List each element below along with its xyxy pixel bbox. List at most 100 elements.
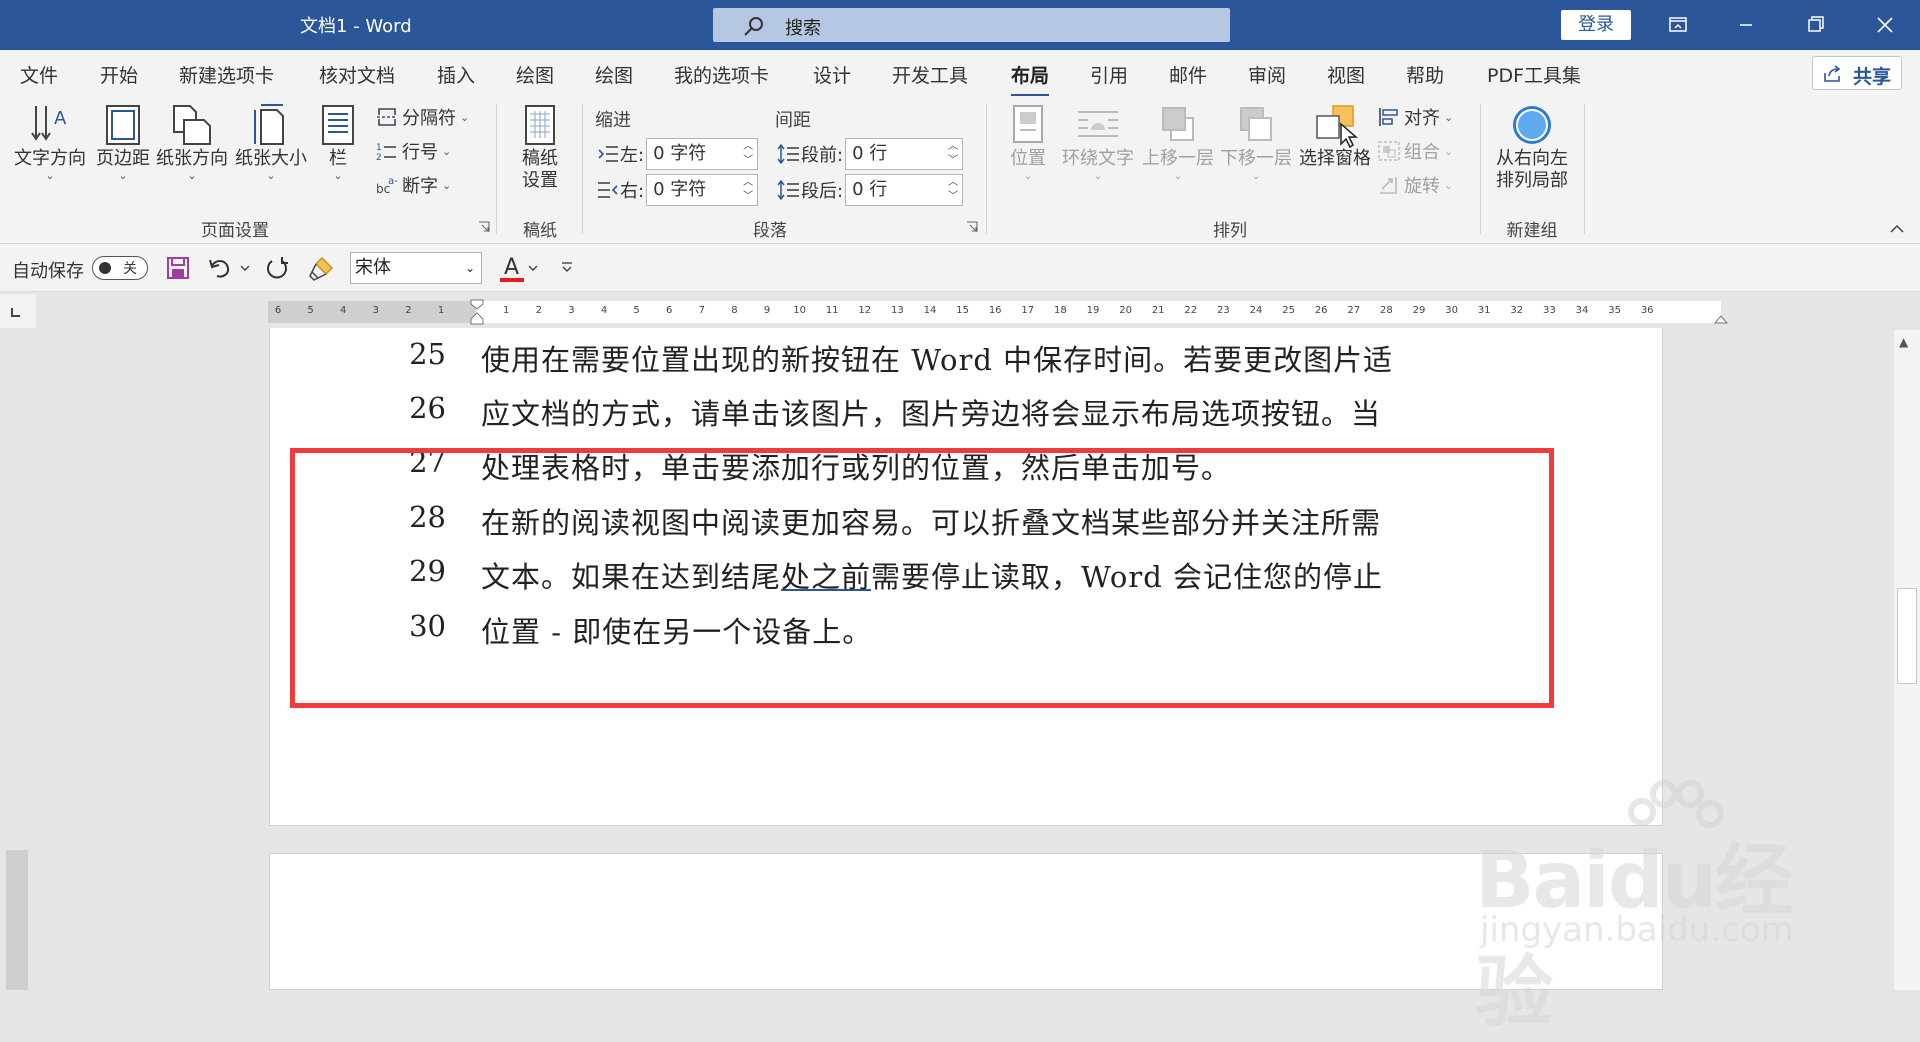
manuscript-setup-button[interactable]: 稿纸设置 xyxy=(512,102,568,192)
text-direction-button[interactable]: A 文字方向 ⌄ xyxy=(12,102,88,182)
hyphenation-button[interactable]: bc a- 断字 ⌄ xyxy=(376,172,451,198)
undo-icon[interactable] xyxy=(208,256,232,280)
tab-mailings[interactable]: 邮件 xyxy=(1169,61,1207,88)
ruler-tick: 20 xyxy=(1119,305,1132,316)
ruler-tick: 22 xyxy=(1184,305,1198,316)
first-line-indent-marker-icon[interactable] xyxy=(470,299,484,325)
collapse-ribbon-icon[interactable] xyxy=(1890,224,1904,234)
tab-review-doc[interactable]: 核对文档 xyxy=(319,61,395,88)
page-setup-group-label: 页面设置 xyxy=(201,221,269,241)
ruler-tick: 23 xyxy=(1217,305,1230,316)
horizontal-ruler[interactable]: 6 5 4 3 2 1 1 2 3 4 5 6 7 8 9 10 11 12 13 14 15 16 17 18 19 20 21 2… xyxy=(268,299,1728,325)
vertical-ruler[interactable] xyxy=(6,850,28,990)
tab-developer[interactable]: 开发工具 xyxy=(892,61,968,88)
line-numbers-button[interactable]: 12 行号 ⌄ xyxy=(376,138,451,164)
tab-review[interactable]: 审阅 xyxy=(1248,61,1286,88)
tab-home[interactable]: 开始 xyxy=(100,61,138,88)
orientation-button[interactable]: 纸张方向 ⌄ xyxy=(156,102,228,182)
separator xyxy=(1584,104,1585,234)
group-button[interactable]: 组合 ⌄ xyxy=(1378,138,1453,164)
right-indent-marker-icon[interactable] xyxy=(1714,314,1728,324)
font-name-select[interactable]: 宋体 ⌄ xyxy=(350,252,482,284)
columns-label: 栏 xyxy=(329,148,347,169)
tab-new-tab[interactable]: 新建选项卡 xyxy=(179,61,274,88)
indent-left-input[interactable]: 0 字符 ︿ ﹀ xyxy=(646,138,759,170)
spinner-arrows-icon[interactable]: ︿ ﹀ xyxy=(743,176,753,204)
indent-right-label: 右: xyxy=(620,181,645,202)
spacing-before-input[interactable]: 0 行 ︿ ﹀ xyxy=(845,138,964,170)
tab-my-tab[interactable]: 我的选项卡 xyxy=(674,61,769,88)
position-button[interactable]: 位置 ⌄ xyxy=(1003,102,1053,182)
rtl-button[interactable]: 从右向左排列局部 xyxy=(1490,102,1574,192)
undo-dropdown-icon[interactable] xyxy=(240,264,250,272)
tab-design[interactable]: 设计 xyxy=(813,61,851,88)
orientation-label: 纸张方向 xyxy=(156,148,228,169)
svg-text:a-: a- xyxy=(388,176,398,187)
share-button[interactable]: 共享 xyxy=(1812,56,1902,90)
wrap-text-icon xyxy=(1078,111,1118,137)
tab-view[interactable]: 视图 xyxy=(1327,61,1365,88)
customize-qat-icon[interactable] xyxy=(560,260,574,274)
restore-button[interactable] xyxy=(1795,10,1835,40)
line-text: 使用在需要位置出现的新按钮在 Word 中保存时间。若要更改图片适 xyxy=(481,343,1394,377)
ruler-tick: 31 xyxy=(1477,305,1491,316)
ruler-tick: 28 xyxy=(1380,305,1393,316)
tab-draw-2[interactable]: 绘图 xyxy=(595,61,633,88)
minimize-button[interactable] xyxy=(1726,10,1766,40)
save-icon[interactable] xyxy=(166,256,190,280)
tab-layout[interactable]: 布局 xyxy=(1011,61,1050,97)
wrap-text-button[interactable]: 环绕文字 ⌄ xyxy=(1058,102,1138,182)
margins-button[interactable]: 页边距 ⌄ xyxy=(92,102,154,182)
spacing-before-row: 段前: 0 行 ︿ ﹀ xyxy=(777,138,964,170)
spinner-arrows-icon[interactable]: ︿ ﹀ xyxy=(948,176,958,204)
spinner-arrows-icon[interactable]: ︿ ﹀ xyxy=(948,140,958,168)
format-painter-icon[interactable] xyxy=(308,254,336,282)
spinner-arrows-icon[interactable]: ︿ ﹀ xyxy=(743,140,753,168)
autosave-toggle[interactable]: 关 xyxy=(92,256,148,280)
search-box[interactable]: 搜索 xyxy=(713,8,1230,42)
breaks-label: 分隔符 xyxy=(402,108,456,129)
page-setup-dialog-launcher-icon[interactable] xyxy=(478,221,490,233)
columns-icon xyxy=(322,105,354,145)
bring-forward-label: 上移一层 xyxy=(1142,148,1214,169)
columns-button[interactable]: 栏 ⌄ xyxy=(318,102,358,182)
new-group-label: 新建组 xyxy=(1506,221,1558,241)
ruler-tick: 6 xyxy=(274,305,282,316)
send-backward-button[interactable]: 下移一层 ⌄ xyxy=(1218,102,1294,182)
vertical-scrollbar[interactable]: ▲ xyxy=(1894,330,1920,990)
wrap-text-label: 环绕文字 xyxy=(1062,148,1134,169)
rotate-button[interactable]: 旋转 ⌄ xyxy=(1378,172,1453,198)
breaks-button[interactable]: 分隔符 ⌄ xyxy=(376,104,469,130)
bring-forward-button[interactable]: 上移一层 ⌄ xyxy=(1140,102,1216,182)
spacing-after-input[interactable]: 0 行 ︿ ﹀ xyxy=(845,174,964,206)
font-color-button[interactable]: A xyxy=(498,252,526,284)
tab-draw[interactable]: 绘图 xyxy=(516,61,554,88)
ribbon-display-options-button[interactable] xyxy=(1658,10,1698,40)
title-bar: 文档1 - Word 搜索 登录 xyxy=(0,0,1920,50)
close-button[interactable] xyxy=(1865,10,1905,40)
indent-right-input[interactable]: 0 字符 ︿ ﹀ xyxy=(646,174,759,206)
align-icon xyxy=(1379,108,1398,126)
redo-icon[interactable] xyxy=(264,256,290,282)
tab-insert[interactable]: 插入 xyxy=(437,61,475,88)
scrollbar-thumb[interactable] xyxy=(1897,588,1917,684)
size-button[interactable]: 纸张大小 ⌄ xyxy=(234,102,308,182)
align-button[interactable]: 对齐 ⌄ xyxy=(1378,104,1453,130)
ruler-tick: 4 xyxy=(600,305,608,316)
tab-help[interactable]: 帮助 xyxy=(1406,61,1444,88)
tab-references[interactable]: 引用 xyxy=(1090,61,1128,88)
indent-right-row: 右: 0 字符 ︿ ﹀ xyxy=(598,174,759,206)
line-numbers-label: 行号 xyxy=(402,142,438,163)
login-button[interactable]: 登录 xyxy=(1561,10,1631,40)
tab-pdf-tools[interactable]: PDF工具集 xyxy=(1487,61,1581,88)
tab-selector[interactable] xyxy=(0,294,36,328)
tab-file[interactable]: 文件 xyxy=(20,61,58,88)
ruler-tick: 19 xyxy=(1086,305,1100,316)
paragraph-dialog-launcher-icon[interactable] xyxy=(966,221,978,233)
selection-pane-button[interactable]: 选择窗格 xyxy=(1296,102,1374,170)
font-color-dropdown-icon[interactable] xyxy=(528,264,538,272)
scroll-up-icon[interactable]: ▲ xyxy=(1899,335,1908,349)
watermark-url: jingyan.baidu.com xyxy=(1480,910,1794,950)
ruler-tick: 25 xyxy=(1282,305,1295,316)
text-direction-label: 文字方向 xyxy=(14,148,86,169)
